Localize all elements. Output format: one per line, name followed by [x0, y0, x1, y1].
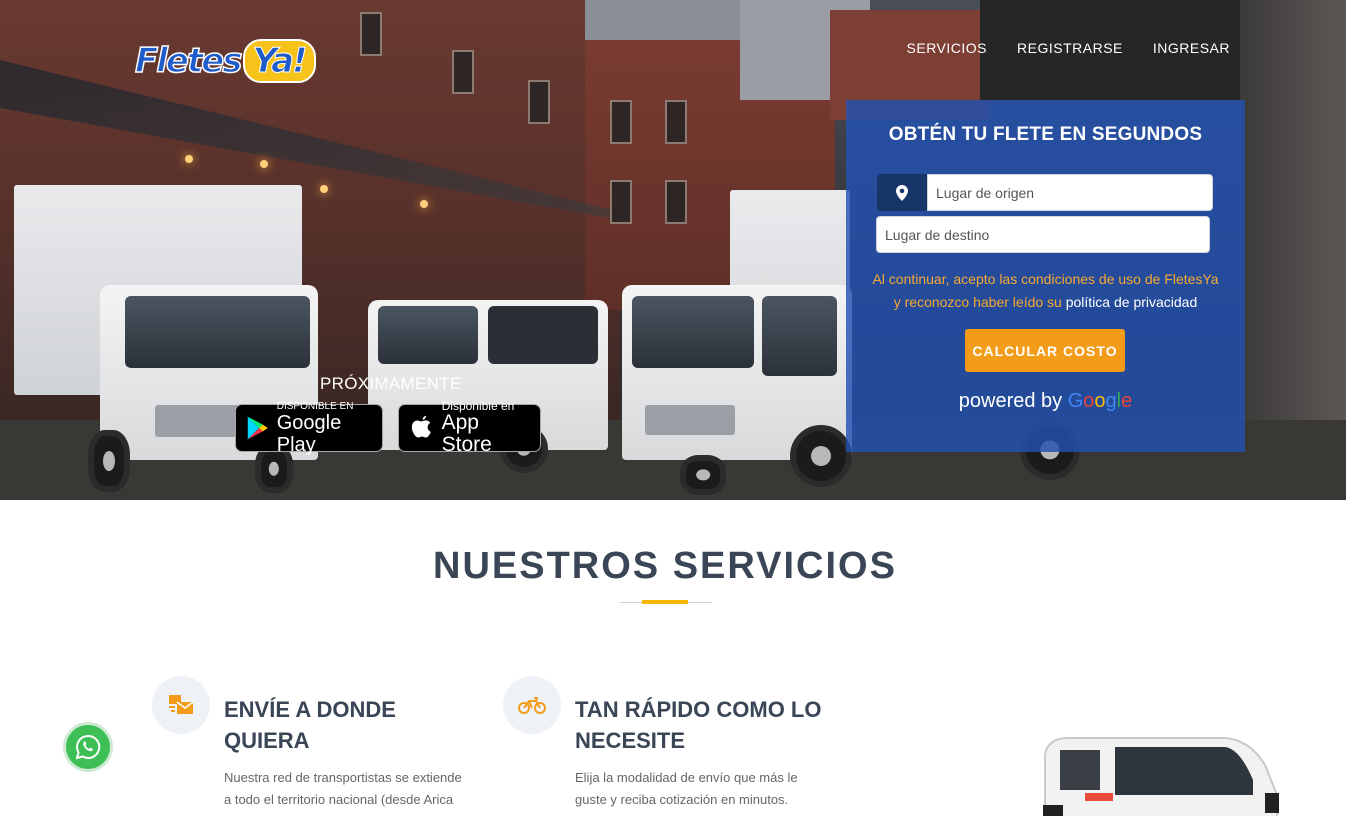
truck-window — [762, 296, 837, 376]
coming-soon-label: PRÓXIMAMENTE — [320, 374, 462, 393]
google-logo: Google — [1067, 390, 1133, 412]
truck-windshield — [125, 296, 310, 368]
service-title-line: TAN RÁPIDO COMO LO — [575, 697, 822, 722]
light — [420, 200, 428, 208]
window — [610, 180, 632, 224]
app-store-badge[interactable]: Disponible en App Store — [398, 398, 541, 455]
hero-banner: Fletes Ya! SERVICIOS REGISTRARSE INGRESA… — [0, 0, 1346, 500]
main-nav: SERVICIOS REGISTRARSE INGRESAR — [907, 40, 1230, 56]
terms-text: Al continuar, acepto las condiciones de … — [846, 268, 1245, 314]
light — [185, 155, 193, 163]
truck-grille — [645, 405, 735, 435]
service-title-line: NECESITE — [575, 728, 686, 753]
truck-wheel — [88, 430, 130, 492]
service-title-line: QUIERA — [224, 728, 310, 753]
nav-servicios[interactable]: SERVICIOS — [907, 40, 988, 56]
window — [665, 180, 687, 224]
nav-ingresar[interactable]: INGRESAR — [1153, 40, 1230, 56]
quote-title: OBTÉN TU FLETE EN SEGUNDOS — [888, 124, 1203, 145]
apple-icon — [411, 415, 431, 438]
destination-input[interactable]: Lugar de destino — [876, 216, 1210, 253]
truck-wheel — [680, 455, 726, 495]
window — [665, 100, 687, 144]
terms-prefix: y reconozco haber leído su — [893, 294, 1066, 310]
quote-panel: OBTÉN TU FLETE EN SEGUNDOS Lugar de orig… — [846, 100, 1245, 452]
service-title: ENVÍE A DONDE QUIERA — [224, 694, 484, 756]
motorcycle-icon — [503, 676, 561, 734]
fletesya-logo[interactable]: Fletes Ya! — [134, 36, 316, 86]
whatsapp-button[interactable] — [66, 725, 110, 769]
service-description: Elija la modalidad de envío que más le g… — [575, 767, 825, 811]
terms-line: Al continuar, acepto las condiciones de … — [872, 271, 1219, 287]
service-text-line: a todo el territorio nacional (desde Ari… — [224, 792, 454, 807]
window — [360, 12, 382, 56]
window — [452, 50, 474, 94]
google-play-icon — [247, 416, 268, 440]
service-text-line: Nuestra red de transportistas se extiend… — [224, 770, 462, 785]
badge-store-name: App Store — [441, 410, 492, 456]
privacy-policy-link[interactable]: política de privacidad — [1066, 294, 1198, 310]
nav-registrarse[interactable]: REGISTRARSE — [1017, 40, 1123, 56]
location-pin-icon — [877, 174, 927, 211]
calculate-cost-button[interactable]: CALCULAR COSTO — [965, 329, 1125, 372]
truck-wheel — [790, 425, 852, 487]
badge-small-text: Disponible en — [441, 398, 515, 413]
badge-store-name: Google Play — [276, 411, 342, 456]
service-text-line: guste y reciba cotización en minutos. — [575, 792, 789, 807]
window — [528, 80, 550, 124]
small-truck-image — [1043, 737, 1279, 816]
terms-line: y reconozco haber leído su política de p… — [846, 291, 1245, 314]
title-divider-accent — [642, 600, 688, 604]
package-envelope-icon — [152, 676, 210, 734]
service-description: Nuestra red de transportistas se extiend… — [224, 767, 474, 811]
logo-text: Fletes — [134, 40, 243, 82]
google-play-badge[interactable]: DISPONIBLE EN Google Play — [235, 400, 383, 456]
origin-input[interactable]: Lugar de origen — [927, 174, 1213, 211]
light — [320, 185, 328, 193]
truck-windshield — [378, 306, 478, 364]
light — [260, 160, 268, 168]
truck-windshield — [632, 296, 754, 368]
powered-by-text: powered by — [958, 390, 1063, 412]
badge-small-text: DISPONIBLE EN — [276, 400, 354, 412]
service-text-line: Elija la modalidad de envío que más le — [575, 770, 798, 785]
service-title: TAN RÁPIDO COMO LO NECESITE — [575, 694, 835, 756]
window — [610, 100, 632, 144]
truck-window — [488, 306, 598, 364]
logo-badge: Ya! — [242, 39, 316, 83]
whatsapp-icon — [75, 734, 101, 760]
service-title-line: ENVÍE A DONDE — [224, 697, 396, 722]
services-title: NUESTROS SERVICIOS — [433, 545, 897, 587]
powered-by-google: powered by Google — [846, 390, 1245, 413]
